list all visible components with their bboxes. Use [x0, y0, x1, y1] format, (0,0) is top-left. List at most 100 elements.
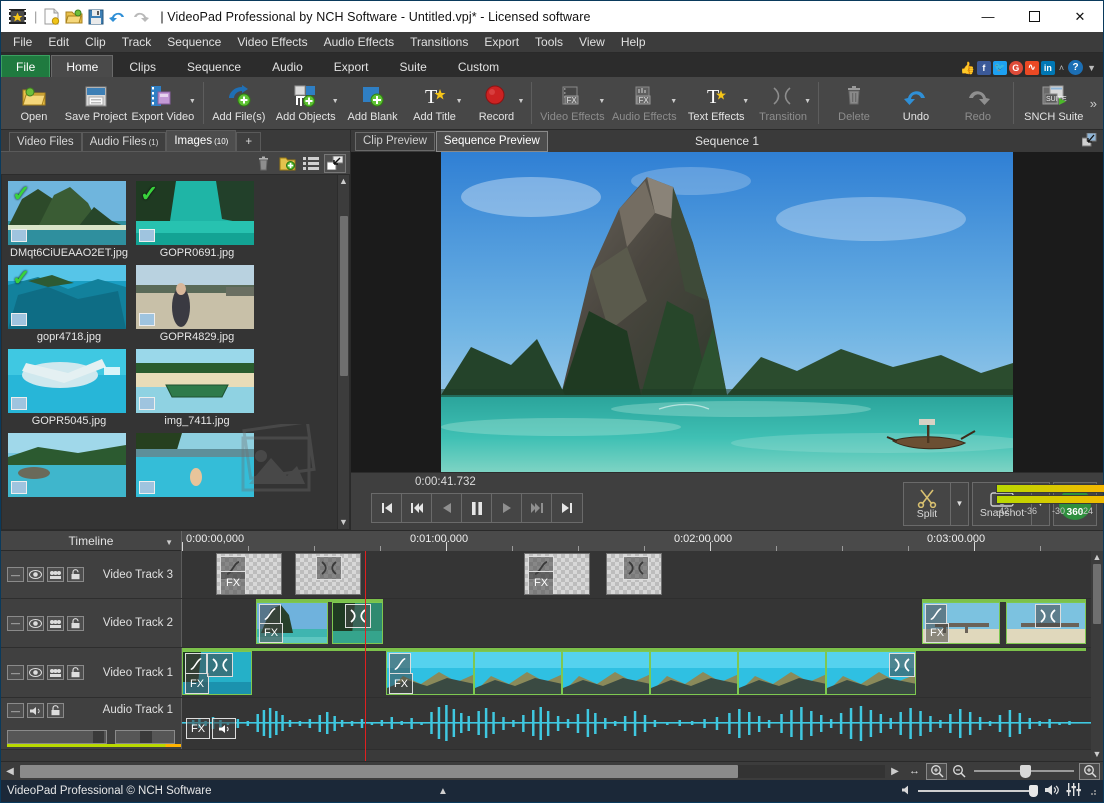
timeline-clip[interactable] [826, 651, 916, 695]
menu-video-effects[interactable]: Video Effects [229, 33, 315, 51]
export-video-button[interactable]: Export Video ▼ [127, 78, 199, 129]
media-thumbnail[interactable] [8, 349, 126, 413]
timeline-clip[interactable]: FX [386, 651, 474, 695]
ribbon-tab-sequence[interactable]: Sequence [172, 55, 256, 77]
menu-sequence[interactable]: Sequence [159, 33, 229, 51]
save-icon[interactable] [86, 7, 106, 27]
help-icon[interactable]: ? [1068, 60, 1084, 75]
timeline-clip[interactable] [474, 651, 562, 695]
zoom-slider-handle[interactable] [1020, 764, 1031, 778]
track-body[interactable]: FX [181, 698, 1103, 749]
add-objects-button[interactable]: Add Objects ▼ [270, 78, 342, 129]
twitter-icon[interactable]: 🐦 [992, 60, 1007, 75]
lock-icon[interactable] [67, 665, 84, 680]
timeline-clip[interactable] [738, 651, 826, 695]
tab-clip-preview[interactable]: Clip Preview [355, 131, 435, 151]
ribbon-tab-file[interactable]: File [1, 55, 51, 77]
export-video-caret-icon[interactable]: ▼ [189, 98, 196, 105]
timeline-scroll-up-icon[interactable]: ▲ [1093, 551, 1102, 564]
text-effects-button[interactable]: T Text Effects ▼ [680, 78, 752, 129]
preview-stage[interactable] [351, 152, 1103, 472]
record-button[interactable]: Record ▼ [466, 78, 528, 129]
media-thumbnail[interactable] [136, 349, 254, 413]
collapse-icon[interactable]: — [7, 665, 24, 680]
ribbon-overflow-button[interactable]: » [1090, 96, 1101, 111]
list-item[interactable]: ✓ GOPR0691.jpg [136, 181, 258, 259]
list-item[interactable]: ✓ DMqt6CiUEAAO2ET.jpg [8, 181, 130, 259]
zoom-slider[interactable] [974, 763, 1074, 780]
split-caret-icon[interactable]: ▼ [950, 482, 968, 525]
bin-tab-add[interactable]: + [236, 132, 262, 151]
bin-scroll-down-icon[interactable]: ▼ [339, 516, 348, 529]
skip-to-end-button[interactable] [552, 494, 582, 522]
visibility-icon[interactable] [27, 567, 44, 582]
resize-grip-icon[interactable] [1087, 786, 1097, 796]
list-item[interactable]: ✓ gopr4718.jpg [8, 265, 130, 343]
fit-width-icon[interactable]: ↔ [904, 763, 925, 780]
text-effects-caret-icon[interactable]: ▼ [742, 98, 749, 105]
pan-slider[interactable] [115, 730, 175, 744]
delete-button[interactable]: Delete [823, 78, 885, 129]
timeline-clip[interactable] [1006, 602, 1086, 644]
timeline-clip[interactable] [650, 651, 738, 695]
scroll-left-icon[interactable]: ◀ [1, 766, 19, 777]
open-project-icon[interactable] [64, 7, 84, 27]
thumbs-up-icon[interactable]: 👍 [960, 61, 975, 75]
ribbon-tab-audio[interactable]: Audio [257, 55, 318, 77]
bin-add-folder-icon[interactable] [276, 154, 298, 173]
ribbon-tab-export[interactable]: Export [319, 55, 384, 77]
media-thumbnail[interactable] [136, 265, 254, 329]
split-button[interactable]: Split [904, 483, 950, 525]
timeline-clip[interactable]: FX [922, 602, 1000, 644]
play-button[interactable] [492, 494, 522, 522]
lock-icon[interactable] [67, 615, 84, 631]
zoom-out-icon[interactable] [948, 763, 969, 780]
add-files-button[interactable]: Add File(s) [208, 78, 270, 129]
timeline-clip[interactable]: FX [216, 553, 282, 595]
record-caret-icon[interactable]: ▼ [517, 98, 524, 105]
minimize-button[interactable]: — [965, 1, 1011, 32]
ribbon-tab-suite[interactable]: Suite [384, 55, 441, 77]
audio-mute-badge[interactable] [212, 718, 236, 739]
scroll-right-icon[interactable]: ▶ [886, 766, 904, 777]
stumbleupon-icon[interactable]: ∿ [1024, 60, 1039, 75]
ribbon-tab-clips[interactable]: Clips [114, 55, 171, 77]
group-icon[interactable] [47, 665, 64, 680]
mute-icon[interactable] [27, 703, 44, 718]
timeline-clip[interactable] [295, 553, 361, 595]
step-back-button[interactable] [432, 494, 462, 522]
visibility-icon[interactable] [27, 615, 44, 631]
bin-scrollbar[interactable]: ▲ ▼ [337, 175, 349, 529]
transition-caret-icon[interactable]: ▼ [804, 98, 811, 105]
menu-file[interactable]: File [5, 33, 40, 51]
bin-tab-audio-files[interactable]: Audio Files (1) [81, 132, 167, 151]
menu-tools[interactable]: Tools [527, 33, 571, 51]
lock-icon[interactable] [47, 703, 64, 718]
open-button[interactable]: Open [3, 78, 65, 129]
menu-audio-effects[interactable]: Audio Effects [316, 33, 403, 51]
undo-icon[interactable] [108, 7, 128, 27]
timeline-clip[interactable]: FX [524, 553, 590, 595]
media-thumbnail[interactable]: ✓ [8, 181, 126, 245]
collapse-icon[interactable]: — [7, 703, 24, 718]
horizontal-scroll-thumb[interactable] [20, 764, 738, 778]
timeline-clip[interactable] [562, 651, 650, 695]
playhead[interactable] [365, 551, 366, 761]
list-item[interactable]: GOPR4829.jpg [136, 265, 258, 343]
close-button[interactable]: ✕ [1057, 1, 1103, 32]
google-plus-icon[interactable]: G [1008, 60, 1023, 75]
timeline-scroll-thumb[interactable] [1093, 564, 1101, 624]
new-project-icon[interactable] [42, 7, 62, 27]
zoom-in-icon[interactable] [1079, 762, 1100, 780]
media-thumbnail[interactable]: ✓ [136, 181, 254, 245]
collapse-icon[interactable]: — [7, 615, 24, 631]
media-thumbnail[interactable]: ✓ [8, 265, 126, 329]
list-item[interactable]: GOPR5045.jpg [8, 349, 130, 427]
timeline-clip[interactable]: FX [182, 651, 252, 695]
menu-transitions[interactable]: Transitions [402, 33, 476, 51]
bin-list-view-icon[interactable] [300, 154, 322, 173]
video-effects-caret-icon[interactable]: ▼ [598, 98, 605, 105]
media-thumbnail[interactable] [8, 433, 126, 497]
add-title-button[interactable]: T Add Title ▼ [404, 78, 466, 129]
timeline-ruler[interactable]: 0:00:00,000 0:01:00.000 0:02:00.000 0:03… [181, 530, 1103, 551]
